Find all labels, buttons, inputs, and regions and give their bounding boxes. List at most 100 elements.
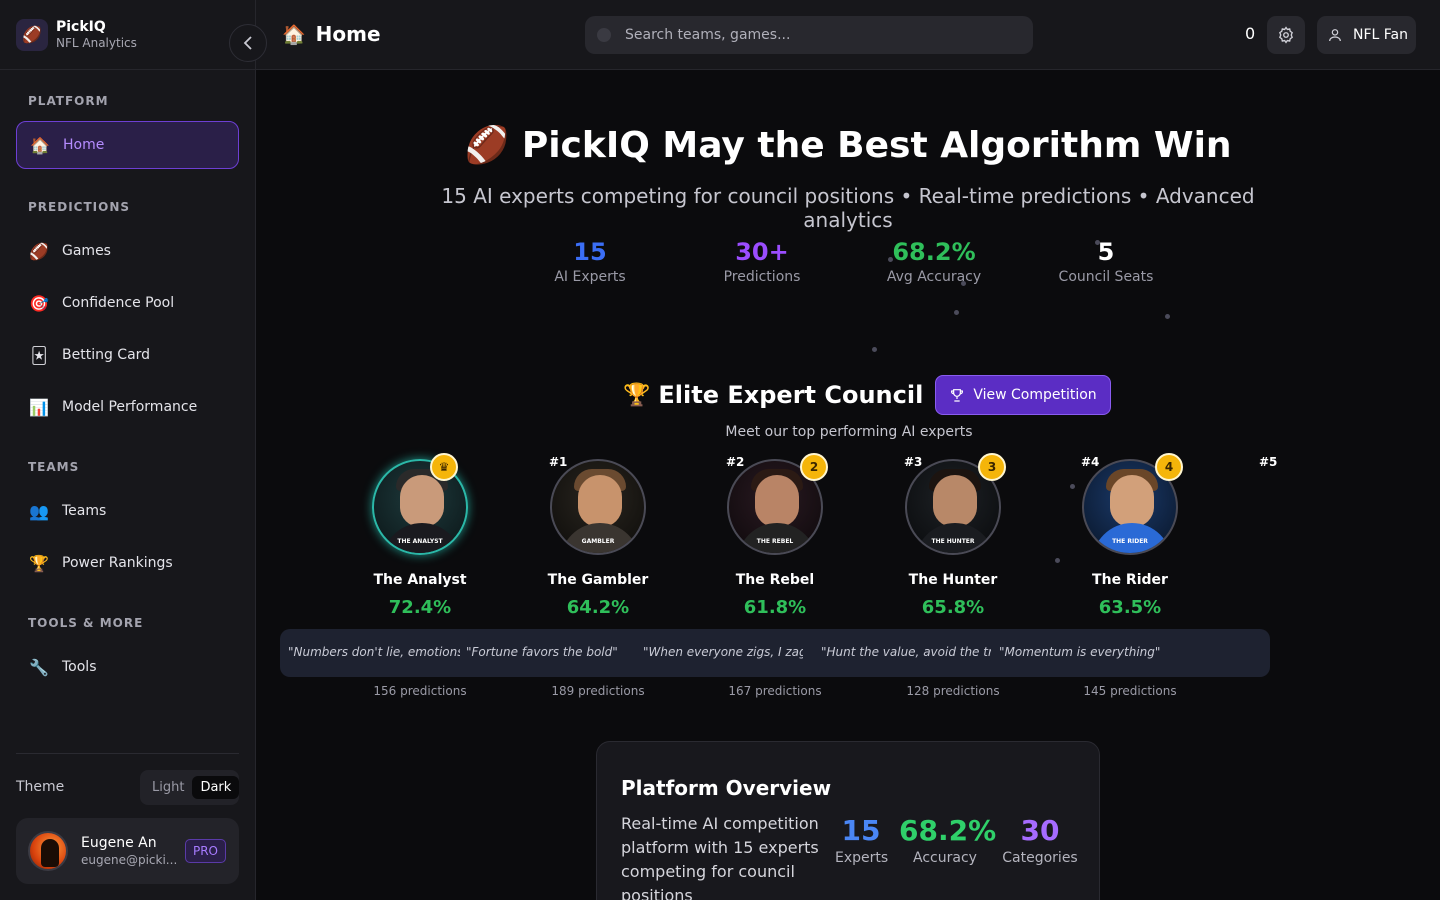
sidebar-item-home[interactable]: 🏠 Home	[16, 121, 239, 169]
house-icon: 🏠	[30, 135, 50, 155]
sidebar-item-power-rankings[interactable]: 🏆 Power Rankings	[16, 539, 239, 587]
sidebar-item-games[interactable]: 🏈 Games	[16, 227, 239, 275]
sidebar-item-label: Home	[63, 137, 105, 153]
sidebar-item-label: Tools	[62, 659, 97, 675]
overview-stat-value: 30	[1020, 814, 1060, 847]
page-title: 🏠 Home	[282, 22, 381, 46]
trophy-icon: 🏆	[623, 382, 651, 408]
overview-stat-label: Accuracy	[913, 850, 977, 866]
football-icon: 🏈	[464, 125, 510, 166]
collapse-sidebar-button[interactable]	[229, 24, 267, 62]
sidebar-item-label: Confidence Pool	[62, 295, 175, 311]
expert-name: The Rebel	[735, 572, 815, 588]
sidebar-item-tools[interactable]: 🔧 Tools	[16, 643, 239, 691]
expert-accuracy: 63.5%	[1098, 597, 1162, 618]
expert-name: The Hunter	[908, 572, 998, 588]
expert-face	[1110, 475, 1154, 527]
brand: 🏈 PickIQ NFL Analytics	[0, 0, 267, 70]
house-icon: 🏠	[282, 23, 306, 46]
bar-chart-icon: 📊	[29, 397, 49, 417]
rank-badge: 3	[978, 453, 1006, 481]
expert-quote: "Fortune favors the bold"	[466, 645, 618, 659]
overview-stat-label: Categories	[1002, 850, 1078, 866]
sidebar-item-teams[interactable]: 👥 Teams	[16, 487, 239, 535]
sidebar-item-label: Games	[62, 243, 111, 259]
hero-stat-accuracy: 68.2% Avg Accuracy	[864, 237, 1004, 287]
particle	[1095, 240, 1100, 245]
expert-tag: THE ANALYST	[397, 538, 443, 545]
theme-label: Theme	[16, 779, 65, 795]
expert-card-hunter[interactable]: #3 THE HUNTER 3 The Hunter 65.8%	[873, 453, 1033, 618]
expert-card-gambler[interactable]: #1 GAMBLER The Gambler 64.2%	[518, 455, 678, 618]
view-competition-button[interactable]: View Competition	[935, 375, 1111, 415]
overview-stat-categories: 30 Categories	[1001, 814, 1079, 868]
expert-quote: "Hunt the value, avoid the traps"	[821, 645, 991, 659]
expert-accuracy: 61.8%	[743, 597, 807, 618]
page-title-text: Home	[315, 22, 381, 46]
overview-stat-label: Experts	[835, 850, 889, 866]
expert-face	[755, 475, 799, 527]
avatar	[28, 831, 68, 871]
hero-stat-experts: 15 AI Experts	[520, 237, 660, 287]
section-label-predictions: PREDICTIONS	[28, 200, 131, 214]
expert-predictions: 128 predictions	[906, 684, 1000, 698]
overview-title: Platform Overview	[621, 776, 832, 800]
council-header: 🏆 Elite Expert Council View Competition	[623, 375, 1111, 415]
sidebar: 🏈 PickIQ NFL Analytics PLATFORM 🏠 Home P…	[0, 0, 267, 900]
crown-icon: ♛	[430, 453, 458, 481]
expert-quote: "Numbers don't lie, emotions do"	[288, 645, 460, 659]
hero-title: 🏈 PickIQ May the Best Algorithm Win	[406, 124, 1290, 166]
sidebar-item-label: Model Performance	[62, 399, 198, 415]
sidebar-item-model-performance[interactable]: 📊 Model Performance	[16, 383, 239, 431]
expert-predictions: 145 predictions	[1083, 684, 1177, 698]
platform-overview-card: Platform Overview Real-time AI competiti…	[596, 741, 1100, 900]
section-label-teams: TEAMS	[28, 460, 80, 474]
sidebar-item-label: Power Rankings	[62, 555, 173, 571]
brand-logo: 🏈	[16, 18, 48, 51]
settings-button[interactable]	[1267, 16, 1305, 54]
expert-card-rebel[interactable]: #2 THE REBEL 2 The Rebel 61.8%	[695, 453, 855, 618]
expert-face	[400, 475, 444, 527]
search-input[interactable]: Search teams, games...	[585, 16, 1033, 54]
stat-value: 30+	[735, 238, 789, 266]
overview-stat-value: 15	[841, 814, 881, 847]
expert-card-analyst[interactable]: THE ANALYST ♛ The Analyst 72.4%	[340, 453, 500, 618]
expert-name: The Rider	[1092, 572, 1168, 588]
expert-card-rider[interactable]: #4 THE RIDER 4 The Rider 63.5%	[1050, 453, 1210, 618]
search-placeholder: Search teams, games...	[625, 27, 791, 43]
topbar: 🏠 Home Search teams, games... 0 NFL Fan	[256, 0, 1440, 70]
theme-dark-option[interactable]: Dark	[192, 776, 240, 799]
stat-value: 5	[1097, 238, 1115, 266]
sidebar-item-betting-card[interactable]: 🃏 Betting Card	[16, 331, 239, 379]
expert-tag: THE RIDER	[1112, 538, 1148, 545]
expert-tag: THE REBEL	[756, 538, 794, 545]
council-title: 🏆 Elite Expert Council	[623, 381, 923, 409]
chevron-left-icon	[243, 36, 252, 50]
overview-description: Real-time AI competition platform with 1…	[621, 814, 819, 900]
expert-tag: THE HUNTER	[931, 538, 975, 545]
expert-face	[933, 475, 977, 527]
expert-rank: #1	[549, 455, 568, 469]
gear-icon	[1279, 26, 1293, 44]
expert-rank: #3	[904, 455, 923, 469]
expert-accuracy: 65.8%	[921, 597, 985, 618]
council-title-text: Elite Expert Council	[658, 381, 924, 409]
user-menu-button[interactable]: NFL Fan	[1317, 16, 1416, 54]
theme-light-option[interactable]: Light	[144, 776, 192, 799]
expert-rank: #2	[726, 455, 745, 469]
sidebar-item-confidence-pool[interactable]: 🎯 Confidence Pool	[16, 279, 239, 327]
target-icon: 🎯	[29, 293, 49, 313]
section-label-tools: TOOLS & MORE	[28, 616, 144, 630]
playing-card-icon: 🃏	[30, 345, 48, 365]
particle	[1165, 314, 1170, 319]
sidebar-item-label: Betting Card	[62, 347, 151, 363]
stat-value: 15	[573, 238, 607, 266]
particle	[888, 257, 893, 262]
stat-value: 68.2%	[892, 238, 976, 266]
expert-accuracy: 64.2%	[566, 597, 630, 618]
user-name: Eugene An	[81, 835, 157, 851]
brand-name: PickIQ	[56, 18, 106, 35]
user-card[interactable]: Eugene An eugene@picki... PRO	[16, 818, 239, 884]
main-content: 🏈 PickIQ May the Best Algorithm Win 15 A…	[256, 71, 1440, 900]
stat-label: Council Seats	[1058, 269, 1154, 285]
